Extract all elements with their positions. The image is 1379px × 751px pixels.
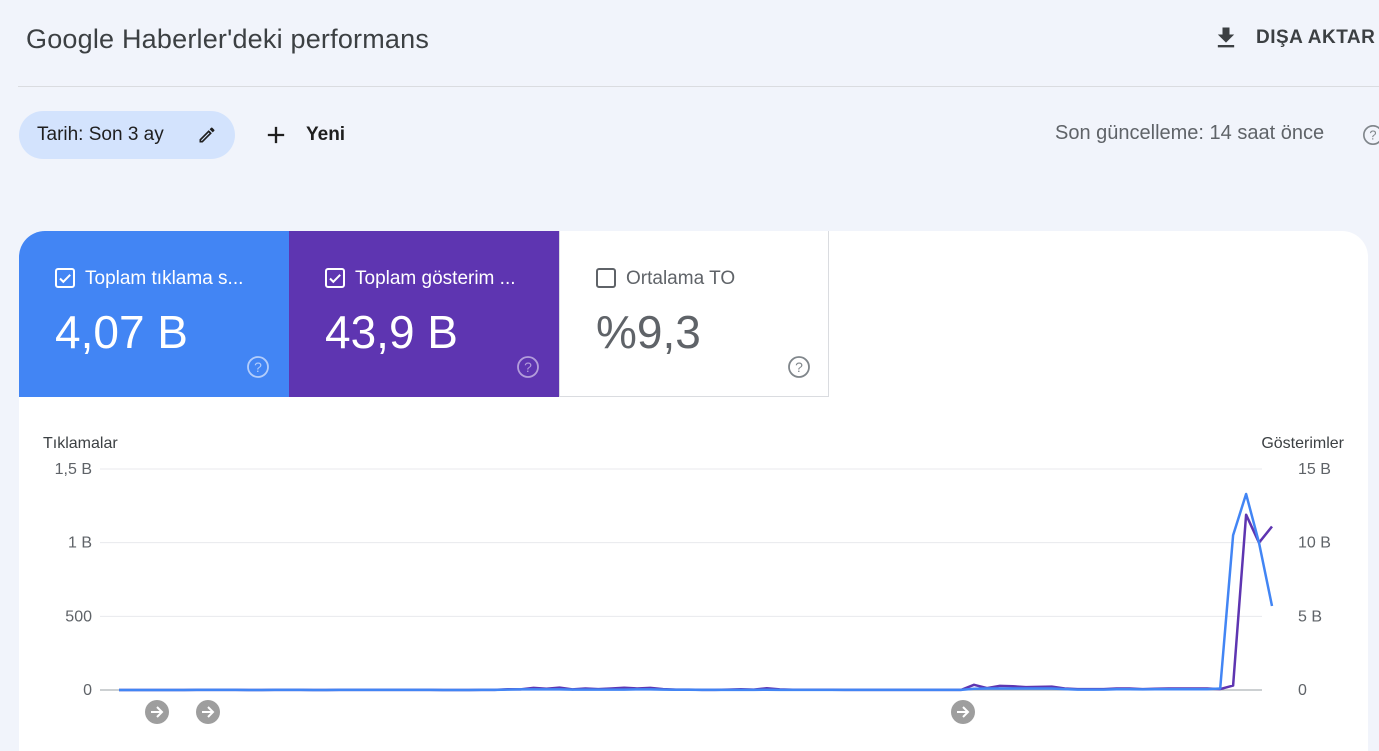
export-label: DIŞA AKTAR [1256, 27, 1376, 48]
header-divider [18, 86, 1379, 87]
page-header: Google Haberler'deki performans DIŞA AKT… [0, 0, 1379, 86]
right-tick-label: 10 B [1298, 535, 1331, 552]
export-button[interactable]: DIŞA AKTAR [1212, 20, 1375, 56]
right-tick-label: 5 B [1298, 608, 1322, 625]
download-icon [1217, 27, 1235, 48]
left-tick-label: 1 B [68, 535, 92, 552]
left-tick-label: 500 [65, 608, 92, 625]
svg-text:?: ? [1369, 128, 1376, 143]
help-circle-icon[interactable]: ? [1362, 124, 1379, 146]
right-tick-label: 0 [1298, 682, 1307, 699]
date-chip-label: Tarih: Son 3 ay [37, 124, 164, 145]
pencil-icon [199, 127, 215, 143]
right-tick-label: 15 B [1298, 461, 1331, 478]
date-filter-chip[interactable]: Tarih: Son 3 ay [19, 111, 235, 159]
filter-bar: Tarih: Son 3 ay Yeni Son güncelleme: 14 … [0, 110, 1379, 160]
plus-icon [267, 126, 285, 144]
impressions-series-line [119, 513, 1273, 692]
page-title: Google Haberler'deki performans [26, 24, 430, 54]
performance-chart: 0 500 1 B 1,5 B 0 5 B 10 B 15 B [55, 461, 1331, 724]
arrow-right-circle-icon[interactable] [196, 700, 220, 724]
new-filter-button[interactable]: Yeni [262, 111, 345, 159]
arrow-right-circle-icon[interactable] [951, 700, 975, 724]
clicks-series-line [119, 492, 1274, 692]
last-update-text: Son güncelleme: 14 saat önce [1055, 122, 1325, 144]
left-tick-label: 0 [83, 682, 92, 699]
performance-card: Toplam tıklama s... 4,07 B ? Toplam göst… [19, 231, 1368, 751]
new-filter-label: Yeni [306, 124, 346, 145]
left-tick-label: 1,5 B [55, 461, 92, 478]
arrow-right-circle-icon[interactable] [145, 700, 169, 724]
